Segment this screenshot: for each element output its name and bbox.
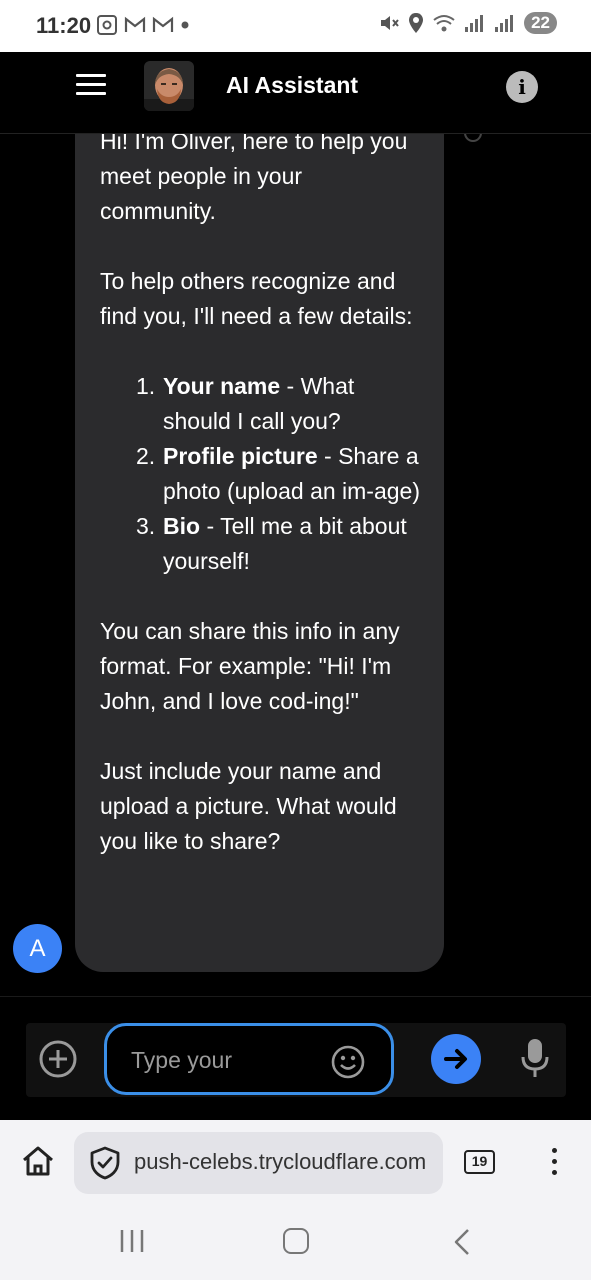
info-button[interactable]: i [506,71,538,103]
dot [551,1170,557,1175]
chat-area[interactable]: Hi! I'm Oliver, here to help you meet pe… [0,134,591,996]
message-input[interactable] [131,1042,331,1078]
list-item-desc: - Tell me a bit about yourself! [163,513,407,574]
battery-badge: 22 [524,12,557,34]
send-button[interactable] [431,1034,481,1084]
message-intro: To help others recognize and find you, I… [100,268,413,329]
microphone-button[interactable] [520,1037,550,1079]
message-composer [26,1023,566,1097]
dot-icon [181,21,189,29]
recents-icon [120,1230,144,1252]
menu-line [76,74,106,77]
plus-circle-icon [39,1040,77,1078]
system-back-button[interactable] [452,1228,472,1256]
message-greeting: Hi! I'm Oliver, here to help you meet pe… [100,134,408,224]
dot [551,1148,557,1153]
dot [551,1159,557,1164]
arrow-right-icon [444,1049,467,1069]
menu-line [76,83,106,86]
assistant-message-bubble: Hi! I'm Oliver, here to help you meet pe… [75,134,444,972]
home-icon [23,1146,53,1176]
recent-apps-button[interactable] [119,1228,145,1254]
status-left-icons [96,14,190,36]
signal-icon [465,15,484,32]
details-list: 1. Your name - What should I call you? 2.… [100,369,420,579]
hamburger-menu-button[interactable] [76,70,106,100]
add-attachment-button[interactable] [39,1040,77,1078]
mute-icon [381,16,399,30]
status-time: 11:20 [36,13,92,38]
list-item: 2. Profile picture - Share a photo (uploa… [136,439,420,509]
url-text: push-celebs.trycloudflare.com [134,1149,427,1174]
status-right-icons: 22 [378,12,557,34]
message-closing: Just include your name and upload a pict… [100,758,397,854]
list-item-number: 2. [136,443,156,469]
list-item-title: Profile picture [163,443,318,469]
message-format-note: You can share this info in any format. F… [100,618,400,714]
assistant-avatar [144,61,194,111]
smiley-icon [331,1045,365,1079]
page-title: AI Assistant [226,72,359,98]
more-options-button[interactable] [549,1148,559,1178]
list-item: 1. Your name - What should I call you? [136,369,420,439]
list-item: 3. Bio - Tell me a bit about yourself! [136,509,420,579]
system-home-button[interactable] [283,1228,309,1254]
status-bar: 11:20 22 [0,0,591,52]
screenshot-icon [97,15,117,35]
menu-line [76,92,106,95]
list-item-title: Your name [163,373,281,399]
signal-icon [495,15,514,32]
shield-check-icon [90,1146,120,1180]
tabs-button[interactable]: 19 [464,1150,495,1174]
scroll-indicator [464,134,482,142]
app-header: AI Assistant i [0,52,591,134]
message-field[interactable] [104,1023,394,1095]
gmail-icon [152,16,174,32]
emoji-button[interactable] [331,1045,365,1079]
address-bar[interactable]: push-celebs.trycloudflare.com [74,1132,443,1194]
list-item-number: 1. [136,373,156,399]
location-icon [409,13,424,33]
system-nav-bar [0,1204,591,1280]
user-avatar[interactable]: A [13,924,62,973]
gmail-icon [124,16,146,32]
list-item-title: Bio [163,513,201,539]
input-area [0,996,591,1120]
back-chevron-icon [454,1229,469,1255]
browser-home-button[interactable] [20,1143,56,1179]
browser-toolbar: push-celebs.trycloudflare.com 19 [0,1120,591,1204]
wifi-icon [433,15,455,32]
list-item-number: 3. [136,513,156,539]
microphone-icon [521,1039,549,1077]
